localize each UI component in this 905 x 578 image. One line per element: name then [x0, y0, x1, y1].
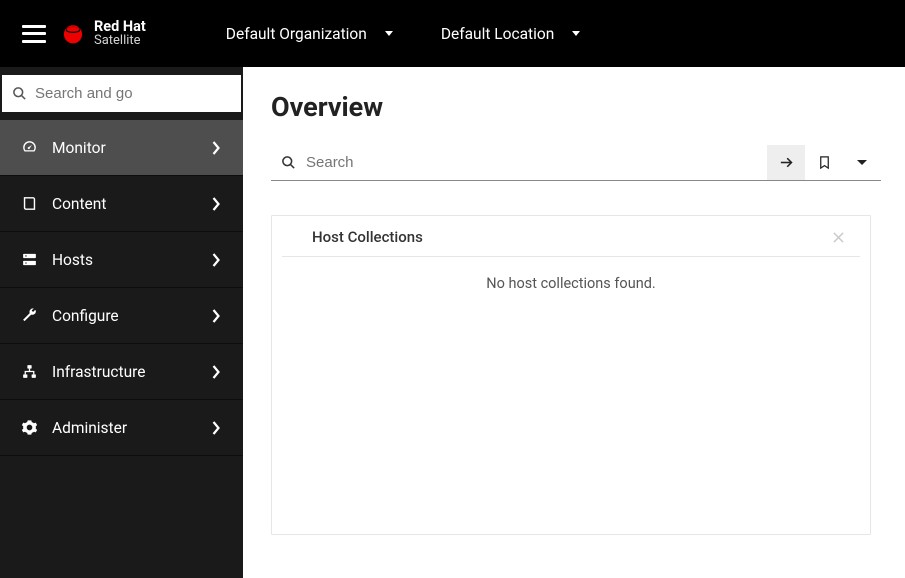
redhat-logo-icon: [60, 20, 86, 46]
sidebar-item-infrastructure[interactable]: Infrastructure: [0, 344, 243, 400]
search-icon: [281, 155, 296, 170]
brand-line2: Satellite: [94, 34, 146, 48]
panel-empty-text: No host collections found.: [486, 275, 655, 292]
chevron-right-icon: [212, 365, 221, 379]
search-submit-button[interactable]: [767, 145, 805, 181]
bookmark-icon: [817, 154, 832, 171]
bookmark-dropdown-button[interactable]: [843, 145, 881, 181]
caret-down-icon: [572, 31, 580, 36]
bookmark-button[interactable]: [805, 145, 843, 181]
chevron-right-icon: [212, 421, 221, 435]
sidebar-item-hosts[interactable]: Hosts: [0, 232, 243, 288]
location-dropdown[interactable]: Default Location: [427, 0, 594, 67]
sidebar-item-configure[interactable]: Configure: [0, 288, 243, 344]
brand[interactable]: Red Hat Satellite: [60, 19, 146, 48]
search-icon: [12, 86, 27, 101]
chevron-right-icon: [212, 197, 221, 211]
sidebar-item-content[interactable]: Content: [0, 176, 243, 232]
sidebar-item-monitor[interactable]: Monitor: [0, 120, 243, 176]
sidebar-item-label: Hosts: [52, 251, 93, 269]
caret-down-icon: [385, 31, 393, 36]
sidebar: Monitor Content Hosts: [0, 67, 243, 578]
panel-title: Host Collections: [312, 228, 423, 246]
caret-down-icon: [857, 160, 867, 165]
book-icon: [20, 195, 38, 212]
arrow-right-icon: [778, 154, 795, 171]
main-search-input[interactable]: [306, 154, 762, 171]
sidebar-item-label: Content: [52, 195, 106, 213]
server-icon: [20, 251, 38, 268]
page-title: Overview: [271, 91, 881, 123]
location-label: Default Location: [441, 25, 554, 43]
org-label: Default Organization: [226, 25, 367, 43]
main-content: Overview: [243, 67, 905, 578]
org-dropdown[interactable]: Default Organization: [212, 0, 407, 67]
sidebar-item-administer[interactable]: Administer: [0, 400, 243, 456]
chevron-right-icon: [212, 253, 221, 267]
search-row: [271, 145, 881, 181]
sidebar-search[interactable]: [2, 75, 241, 112]
sidebar-search-input[interactable]: [35, 85, 234, 102]
sidebar-item-label: Administer: [52, 419, 127, 437]
main-search[interactable]: [271, 145, 768, 181]
sidebar-item-label: Infrastructure: [52, 363, 145, 381]
gear-icon: [20, 419, 38, 436]
sidebar-item-label: Configure: [52, 307, 119, 325]
chevron-right-icon: [212, 309, 221, 323]
hamburger-menu-icon[interactable]: [22, 22, 46, 46]
brand-text: Red Hat Satellite: [94, 19, 146, 48]
brand-line1: Red Hat: [94, 19, 146, 34]
host-collections-panel: Host Collections No host collections fou…: [271, 215, 871, 535]
close-icon[interactable]: [833, 232, 844, 243]
dashboard-icon: [20, 139, 38, 156]
wrench-icon: [20, 307, 38, 324]
network-icon: [20, 363, 38, 380]
chevron-right-icon: [212, 141, 221, 155]
sidebar-item-label: Monitor: [52, 139, 106, 157]
top-bar: Red Hat Satellite Default Organization D…: [0, 0, 905, 67]
